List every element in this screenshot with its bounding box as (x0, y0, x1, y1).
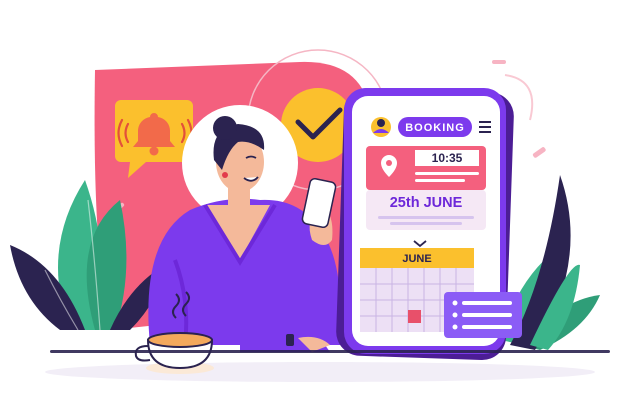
decor-sparkle (532, 147, 546, 158)
calendar-month: JUNE (402, 253, 431, 265)
wristwatch (286, 334, 294, 346)
earring (222, 172, 228, 178)
floating-list-card (444, 292, 522, 338)
hair-bun (213, 116, 237, 140)
appointment-date: 25th JUNE (390, 195, 463, 211)
appointment-time: 10:35 (432, 151, 463, 165)
table-edge (50, 350, 610, 353)
hamburger-menu-icon[interactable] (479, 121, 491, 133)
booking-illustration: BOOKING 10:35 25th JUNE JUNE (10, 49, 610, 382)
booking-title: BOOKING (405, 122, 465, 134)
calendar-selected-day[interactable] (408, 310, 421, 323)
floor-shadow (45, 362, 595, 382)
decor-sparkle (492, 60, 506, 64)
